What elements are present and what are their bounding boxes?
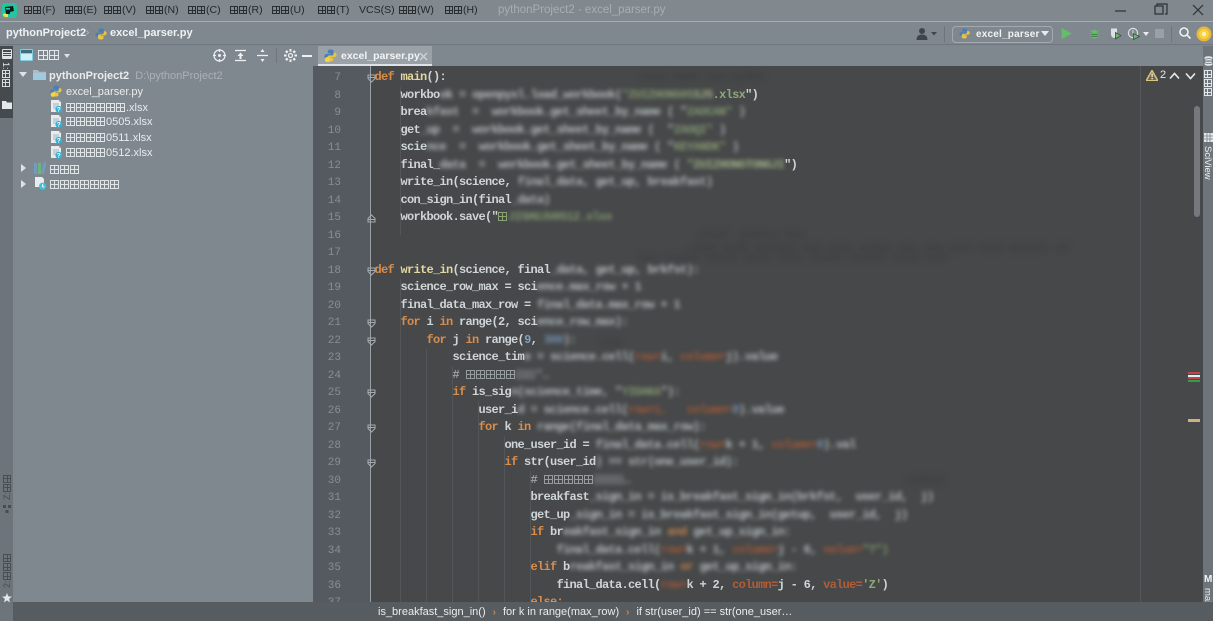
svg-text:?: ? bbox=[57, 122, 61, 128]
svg-text:?: ? bbox=[57, 107, 61, 113]
svg-text:?: ? bbox=[57, 153, 61, 159]
svg-text:?: ? bbox=[57, 138, 61, 144]
